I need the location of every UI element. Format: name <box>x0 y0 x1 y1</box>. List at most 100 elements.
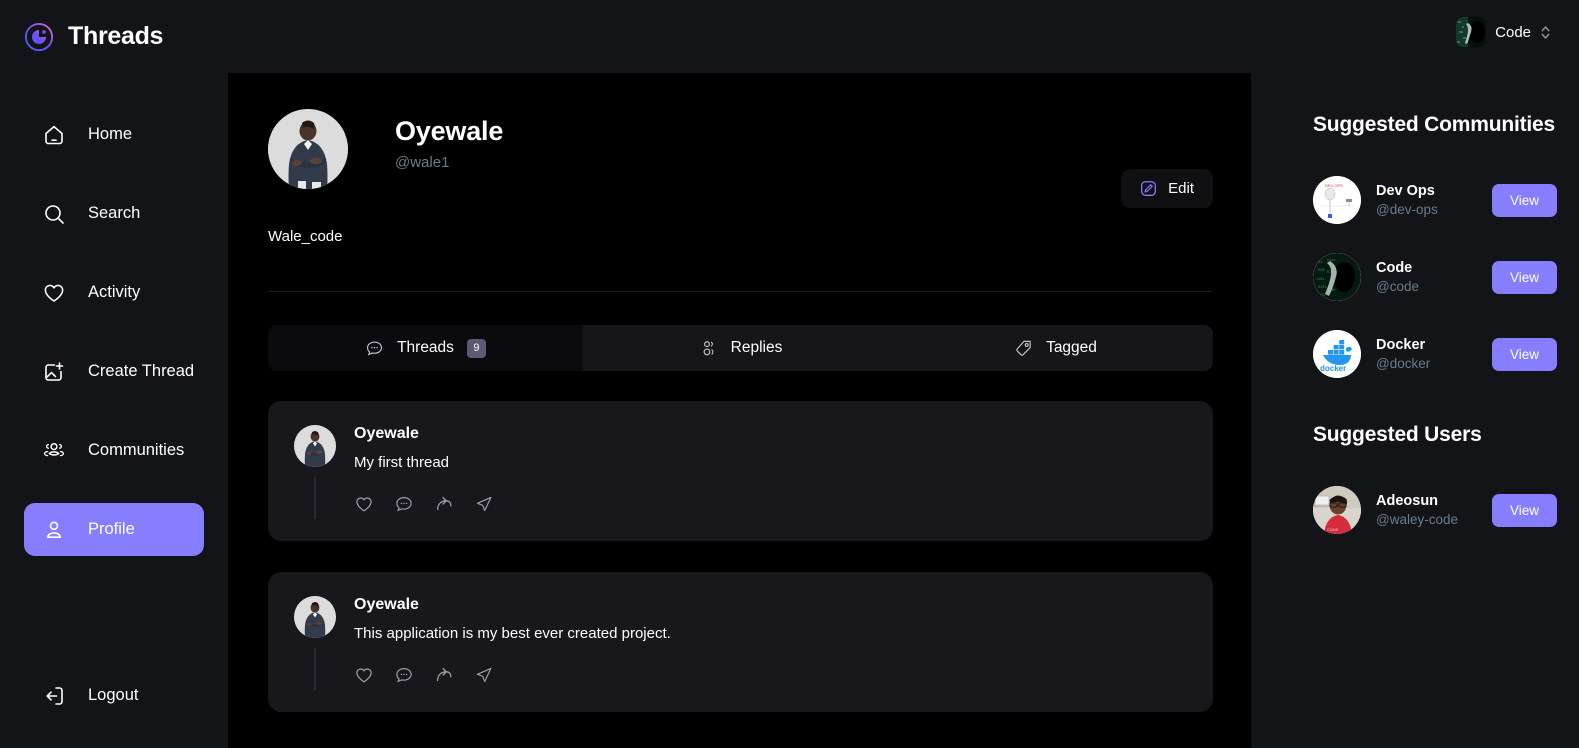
sidebar-item-profile[interactable]: Profile <box>24 503 204 556</box>
heart-icon[interactable] <box>354 665 374 685</box>
tab-threads[interactable]: Threads 9 <box>268 325 583 371</box>
reply-icon[interactable] <box>394 665 414 685</box>
main-content-panel: Oyewale @wale1 Edit Wale_code Threads 9 … <box>228 73 1251 748</box>
sidebar-label-logout: Logout <box>88 686 139 704</box>
sidebar-label-home: Home <box>88 125 133 143</box>
sidebar-label-communities: Communities <box>88 441 185 459</box>
heart-icon <box>44 284 64 302</box>
view-user-button[interactable]: View <box>1491 493 1557 527</box>
community-name: Docker <box>1376 337 1426 353</box>
sidebar-item-activity[interactable]: Activity <box>24 266 204 319</box>
devops-avatar: DEV OPS <box>1313 176 1361 224</box>
repost-icon[interactable] <box>434 665 454 685</box>
reply-bubble-icon <box>367 340 383 356</box>
tab-tagged[interactable]: Tagged <box>898 325 1213 371</box>
app-title: Threads <box>68 22 164 50</box>
heart-icon[interactable] <box>354 494 374 514</box>
profile-divider <box>268 291 1213 292</box>
svg-text:1001: 1001 <box>1317 269 1325 273</box>
profile-header: Oyewale @wale1 Edit <box>268 109 1213 208</box>
edit-profile-label: Edit <box>1168 180 1194 197</box>
thread-actions <box>354 494 1187 514</box>
community-handle: @code <box>1376 279 1419 294</box>
thread-text: My first thread <box>354 454 450 471</box>
tag-icon <box>1016 340 1031 356</box>
community-name: Dev Ops <box>1376 183 1435 199</box>
reply-icon[interactable] <box>394 494 414 514</box>
repost-icon[interactable] <box>434 494 454 514</box>
top-bar: Threads Code <box>0 0 1579 73</box>
members-icon <box>703 340 714 355</box>
thread-author-avatar[interactable] <box>294 596 336 638</box>
thread-avatar-column <box>294 596 336 690</box>
community-row: 10101101001 01111010101 1100011 Code @co… <box>1313 253 1579 301</box>
svg-text:DEV OPS: DEV OPS <box>1325 183 1343 188</box>
user-row: CODE Adeosun @waley-code View <box>1313 486 1579 534</box>
thread-avatar-column <box>294 425 336 519</box>
sidebar-label-activity: Activity <box>88 283 141 301</box>
organization-avatar <box>1456 17 1487 47</box>
user-handle: @waley-code <box>1376 512 1458 527</box>
thread-connector-line <box>314 648 316 690</box>
tab-label-tagged: Tagged <box>1046 339 1097 356</box>
sidebar-label-create-thread: Create Thread <box>88 362 195 380</box>
adeosun-avatar: CODE <box>1313 486 1361 534</box>
profile-bio: Wale_code <box>268 228 343 245</box>
profile-handle: @wale1 <box>395 153 450 171</box>
users-icon <box>44 442 64 456</box>
code-avatar: 10101101001 01111010101 1100011 <box>1313 253 1361 301</box>
organization-name: Code <box>1495 23 1531 41</box>
profile-display-name: Oyewale <box>395 116 504 146</box>
share-icon[interactable] <box>474 665 494 685</box>
thread-author-name: Oyewale <box>354 596 419 613</box>
sidebar-item-logout[interactable]: Logout <box>24 669 204 722</box>
left-sidebar: Home Search Activity Create Thread Commu… <box>0 73 228 748</box>
svg-text:docker: docker <box>1320 364 1346 373</box>
user-icon <box>47 521 61 538</box>
search-icon <box>45 204 64 224</box>
svg-text:011: 011 <box>1319 294 1325 298</box>
svg-text:CODE: CODE <box>1327 527 1339 532</box>
user-name: Adeosun <box>1376 493 1439 509</box>
suggested-users-list: CODE Adeosun @waley-code View <box>1313 486 1579 534</box>
thread-author-avatar[interactable] <box>294 425 336 467</box>
docker-avatar: docker <box>1313 330 1361 378</box>
community-handle: @docker <box>1376 356 1431 371</box>
edit-pencil-icon <box>1141 181 1157 196</box>
sidebar-label-profile: Profile <box>88 520 135 538</box>
view-community-button[interactable]: View <box>1491 337 1557 371</box>
chevron-up-down-icon[interactable] <box>1540 23 1551 42</box>
sidebar-label-search: Search <box>88 204 141 222</box>
sidebar-item-search[interactable]: Search <box>24 187 204 240</box>
tab-badge-threads: 9 <box>466 338 486 358</box>
view-community-button[interactable]: View <box>1491 260 1557 294</box>
thread-card[interactable]: Oyewale This application is my best ever… <box>268 572 1213 712</box>
sidebar-item-communities[interactable]: Communities <box>24 424 204 477</box>
sidebar-item-home[interactable]: Home <box>24 108 204 161</box>
community-handle: @dev-ops <box>1376 202 1438 217</box>
edit-profile-button[interactable]: Edit <box>1121 169 1213 208</box>
image-plus-icon <box>45 361 64 381</box>
svg-text:0101: 0101 <box>1318 286 1326 290</box>
view-community-button[interactable]: View <box>1491 183 1557 217</box>
tab-label-replies: Replies <box>730 339 783 356</box>
tab-label-threads: Threads <box>397 339 454 356</box>
svg-text:1101: 1101 <box>1316 278 1324 282</box>
community-row: DEV OPS Dev Ops @dev-ops View <box>1313 176 1579 224</box>
organization-switcher[interactable]: Code <box>1456 17 1551 47</box>
thread-text: This application is my best ever created… <box>354 625 671 642</box>
community-name: Code <box>1376 260 1413 276</box>
sidebar-item-create-thread[interactable]: Create Thread <box>24 345 204 398</box>
share-icon[interactable] <box>474 494 494 514</box>
community-row: docker Docker @docker View <box>1313 330 1579 378</box>
thread-connector-line <box>314 477 316 519</box>
profile-avatar <box>268 109 348 189</box>
logout-icon <box>46 686 63 705</box>
thread-list: Oyewale My first thread Oyewale This app… <box>268 401 1213 712</box>
app-logo-group[interactable]: Threads <box>24 22 163 52</box>
suggested-communities-title: Suggested Communities <box>1313 113 1555 136</box>
tab-replies[interactable]: Replies <box>583 325 898 371</box>
suggested-communities-list: DEV OPS Dev Ops @dev-ops View 101 0110 100… <box>1313 176 1579 378</box>
thread-card[interactable]: Oyewale My first thread <box>268 401 1213 541</box>
threads-circle-logo-icon <box>24 22 54 51</box>
